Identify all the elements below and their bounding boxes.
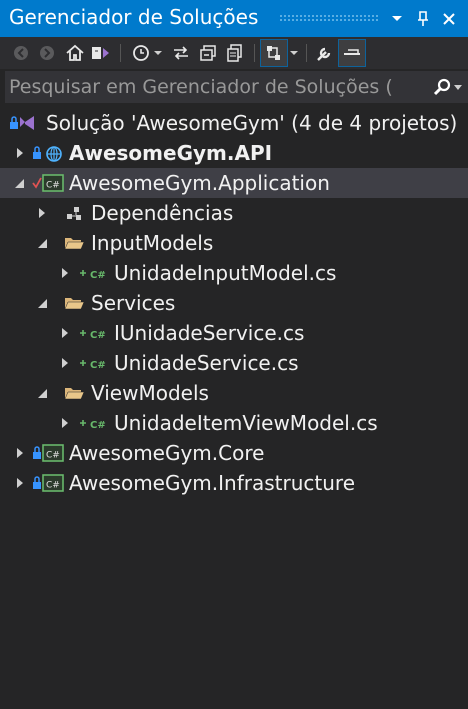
tree-item-label: ViewModels xyxy=(91,381,209,405)
window-title: Gerenciador de Soluções xyxy=(9,5,259,29)
search-options-button[interactable] xyxy=(433,76,467,98)
search-input[interactable] xyxy=(9,74,429,100)
toolbar-separator xyxy=(306,44,307,62)
search-box xyxy=(5,71,468,103)
home-icon[interactable] xyxy=(62,40,88,66)
tree-item-application-project[interactable]: C# AwesomeGym.Application xyxy=(0,168,468,198)
expand-arrow-icon[interactable] xyxy=(17,148,23,158)
expand-arrow-icon[interactable] xyxy=(62,358,68,368)
title-bar: Gerenciador de Soluções xyxy=(0,0,468,37)
svg-text:C#: C# xyxy=(90,360,106,371)
folder-open-icon xyxy=(64,233,86,253)
collapse-arrow-icon[interactable] xyxy=(38,299,47,308)
tree-item-label: AwesomeGym.Application xyxy=(69,171,330,195)
csharp-project-icon: C# xyxy=(32,473,64,493)
solution-switch-icon[interactable] xyxy=(88,40,114,66)
folder-open-icon xyxy=(64,293,86,313)
folder-open-icon xyxy=(64,383,86,403)
expand-arrow-icon[interactable] xyxy=(17,478,23,488)
chevron-down-icon[interactable] xyxy=(386,8,408,30)
sync-icon[interactable] xyxy=(168,40,194,66)
tree-item-folder-inputmodels[interactable]: InputModels xyxy=(0,228,468,258)
solution-icon xyxy=(9,113,39,133)
collapse-arrow-icon[interactable] xyxy=(38,389,47,398)
svg-text:C#: C# xyxy=(90,420,106,431)
tree-item-label: InputModels xyxy=(91,231,214,255)
csharp-project-icon: C# xyxy=(32,173,64,193)
tree-item-label: AwesomeGym.API xyxy=(69,141,273,165)
expand-arrow-icon[interactable] xyxy=(39,208,45,218)
drag-grip[interactable] xyxy=(279,14,379,23)
tree-item-folder-viewmodels[interactable]: ViewModels xyxy=(0,378,468,408)
toolbar xyxy=(0,37,468,69)
tree-item-api-project[interactable]: AwesomeGym.API xyxy=(0,138,468,168)
search-icon xyxy=(433,78,451,96)
collapse-all-icon[interactable] xyxy=(195,40,221,66)
tree-item-label: UnidadeService.cs xyxy=(114,351,299,375)
csharp-file-icon: C# xyxy=(77,353,111,373)
tree-item-file-unidadeinputmodel[interactable]: C# UnidadeInputModel.cs xyxy=(0,258,468,288)
svg-text:C#: C# xyxy=(46,481,60,491)
tree-item-infrastructure-project[interactable]: C# AwesomeGym.Infrastructure xyxy=(0,468,468,498)
expand-arrow-icon[interactable] xyxy=(62,268,68,278)
pin-icon[interactable] xyxy=(412,8,434,30)
collapse-arrow-icon[interactable] xyxy=(38,239,47,248)
csharp-file-icon: C# xyxy=(77,263,111,283)
svg-text:C#: C# xyxy=(46,451,60,461)
preview-icon[interactable] xyxy=(338,39,366,67)
close-icon[interactable] xyxy=(438,8,460,30)
toolbar-separator xyxy=(120,44,121,62)
tree-item-dependencies[interactable]: Dependências xyxy=(0,198,468,228)
dependencies-icon xyxy=(64,203,84,223)
csharp-file-icon: C# xyxy=(77,413,111,433)
tree-item-file-unidadeitemviewmodel[interactable]: C# UnidadeItemViewModel.cs xyxy=(0,408,468,438)
properties-icon[interactable] xyxy=(312,40,338,66)
tree-item-label: AwesomeGym.Core xyxy=(69,441,265,465)
tree-item-file-iunidadeservice[interactable]: C# IUnidadeService.cs xyxy=(0,318,468,348)
tree-item-solution[interactable]: Solução 'AwesomeGym' (4 de 4 projetos) xyxy=(0,108,468,138)
tree-item-label: Solução 'AwesomeGym' (4 de 4 projetos) xyxy=(46,111,458,135)
chevron-down-icon xyxy=(454,84,462,90)
svg-text:C#: C# xyxy=(46,181,60,191)
expand-arrow-icon[interactable] xyxy=(17,448,23,458)
chevron-down-icon[interactable] xyxy=(287,40,301,66)
csharp-file-icon: C# xyxy=(77,323,111,343)
web-project-icon xyxy=(32,143,64,163)
svg-text:C#: C# xyxy=(90,270,106,281)
svg-text:C#: C# xyxy=(90,330,106,341)
history-icon[interactable] xyxy=(130,40,166,66)
tree-item-label: Services xyxy=(91,291,176,315)
expand-arrow-icon[interactable] xyxy=(62,418,68,428)
forward-icon[interactable] xyxy=(34,40,60,66)
tree-item-label: Dependências xyxy=(91,201,234,225)
tree-item-label: UnidadeItemViewModel.cs xyxy=(114,411,378,435)
tree-item-core-project[interactable]: C# AwesomeGym.Core xyxy=(0,438,468,468)
tree-item-label: AwesomeGym.Infrastructure xyxy=(69,471,356,495)
tree-item-label: UnidadeInputModel.cs xyxy=(114,261,337,285)
tree-item-folder-services[interactable]: Services xyxy=(0,288,468,318)
tree-item-file-unidadeservice[interactable]: C# UnidadeService.cs xyxy=(0,348,468,378)
pending-changes-filter-icon[interactable] xyxy=(260,39,288,67)
toolbar-separator xyxy=(254,44,255,62)
show-all-files-icon[interactable] xyxy=(222,40,248,66)
back-icon[interactable] xyxy=(8,40,34,66)
collapse-arrow-icon[interactable] xyxy=(15,179,24,188)
expand-arrow-icon[interactable] xyxy=(62,328,68,338)
csharp-project-icon: C# xyxy=(32,443,64,463)
tree-item-label: IUnidadeService.cs xyxy=(114,321,305,345)
